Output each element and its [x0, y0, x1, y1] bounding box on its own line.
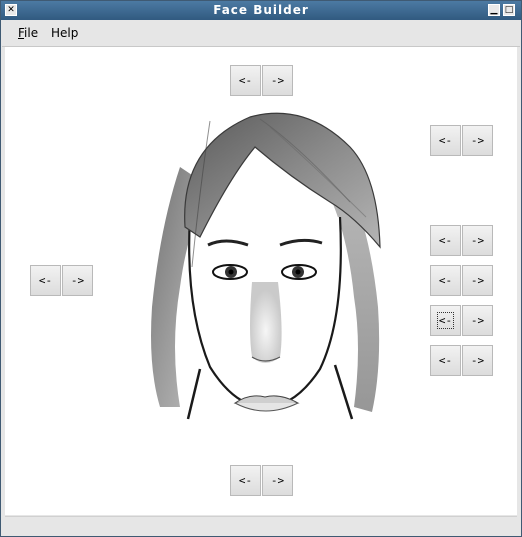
eyebrows-prev-button[interactable]: <-: [430, 225, 461, 256]
chin-next-button[interactable]: ->: [262, 465, 293, 496]
menu-file[interactable]: File: [18, 26, 38, 40]
title-bar[interactable]: ✕ Face Builder ▁ □: [1, 1, 521, 20]
hair-next-button[interactable]: ->: [262, 65, 293, 96]
right-1-next-button[interactable]: ->: [462, 125, 493, 156]
minimize-icon[interactable]: ▁: [488, 4, 500, 16]
chin-selector: <- ->: [230, 465, 294, 497]
nose-selector: <- ->: [430, 305, 494, 337]
menu-file-label: ile: [24, 26, 39, 40]
mouth-selector: <- ->: [430, 345, 494, 377]
hair-selector: <- ->: [230, 65, 294, 97]
menu-help-label: elp: [60, 26, 79, 40]
eyebrows-next-button[interactable]: ->: [462, 225, 493, 256]
face-shape-next-button[interactable]: ->: [62, 265, 93, 296]
right-selector-1: <- ->: [430, 125, 494, 157]
hair-prev-button[interactable]: <-: [230, 65, 261, 96]
mouth-next-button[interactable]: ->: [462, 345, 493, 376]
maximize-icon[interactable]: □: [503, 4, 515, 16]
eyes-selector: <- ->: [430, 265, 494, 297]
face-shape-prev-button[interactable]: <-: [30, 265, 61, 296]
menu-help-mnemonic: H: [51, 26, 61, 40]
mouth-prev-button[interactable]: <-: [430, 345, 461, 376]
chin-prev-button[interactable]: <-: [230, 465, 261, 496]
eyes-next-button[interactable]: ->: [462, 265, 493, 296]
window-title: Face Builder: [213, 3, 309, 17]
menu-bar: File Help: [2, 20, 520, 47]
eyebrows-selector: <- ->: [430, 225, 494, 257]
eyes-prev-button[interactable]: <-: [430, 265, 461, 296]
menu-help[interactable]: Help: [51, 26, 78, 40]
face-image: [151, 112, 381, 420]
face-builder-window: ✕ Face Builder ▁ □ File Help <- -> <- ->…: [0, 0, 522, 537]
nose-prev-button[interactable]: <-: [430, 305, 461, 336]
nose-next-button[interactable]: ->: [462, 305, 493, 336]
right-1-prev-button[interactable]: <-: [430, 125, 461, 156]
face-canvas: <- -> <- -> <- -> <- -> <- -> <- -> <- -…: [5, 47, 517, 515]
status-bar: [5, 516, 517, 535]
face-shape-selector: <- ->: [30, 265, 94, 297]
